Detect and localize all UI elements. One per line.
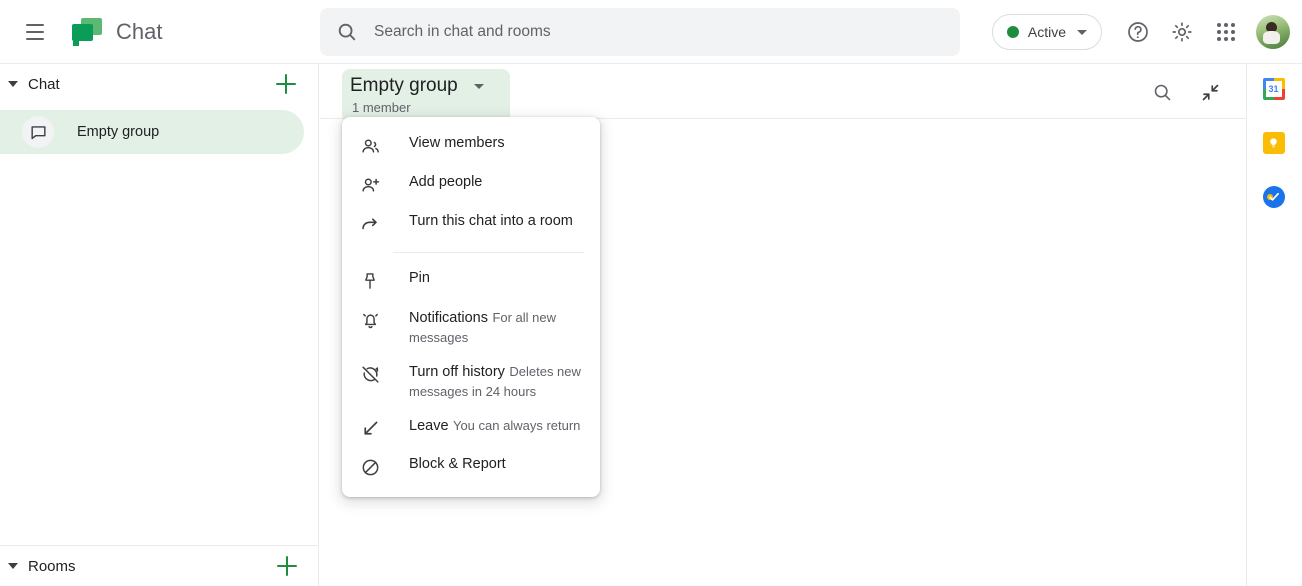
chevron-down-icon <box>473 83 484 89</box>
leave-arrow-icon <box>358 416 382 440</box>
status-dropdown[interactable]: Active <box>991 14 1102 50</box>
menu-item-block-report[interactable]: Block & Report <box>342 447 600 486</box>
pin-icon <box>358 269 382 293</box>
search-input[interactable] <box>374 23 934 41</box>
rail-item-calendar[interactable]: 31 <box>1262 78 1287 102</box>
keep-bulb-icon <box>1262 132 1285 154</box>
settings-button[interactable] <box>1160 10 1204 54</box>
menu-item-label: Turn this chat into a room <box>409 213 573 229</box>
menu-item-turn-into-room[interactable]: Turn this chat into a room <box>342 204 600 243</box>
status-dot-icon <box>1006 26 1019 38</box>
block-icon <box>358 455 382 479</box>
menu-item-turn-off-history[interactable]: Turn off history Deletes new messages in… <box>342 354 600 408</box>
sidebar-item-empty-group[interactable]: Empty group <box>0 110 304 154</box>
menu-divider <box>393 252 584 253</box>
calendar-icon: 31 <box>1262 78 1285 100</box>
room-member-count: 1 member <box>352 100 411 115</box>
calendar-day-number: 31 <box>1265 81 1282 97</box>
side-apps-rail: 31 <box>1246 64 1302 586</box>
collapse-arrows-icon <box>1200 82 1221 103</box>
chevron-down-icon <box>1077 29 1087 35</box>
sidebar: Chat Empty group Rooms <box>0 64 319 586</box>
status-label: Active <box>1027 24 1066 40</box>
add-room-button[interactable] <box>275 554 299 578</box>
top-app-bar: Chat Active <box>0 0 1302 64</box>
room-title-dropdown[interactable]: Empty group 1 member <box>342 69 510 123</box>
menu-item-label: Pin <box>409 270 430 286</box>
menu-item-label: Leave <box>409 418 449 434</box>
arrow-forward-icon <box>358 212 382 236</box>
rail-item-keep[interactable] <box>1262 132 1287 156</box>
search-bar[interactable] <box>320 8 960 56</box>
menu-item-texts: Add people <box>409 172 482 192</box>
sidebar-section-chat[interactable]: Chat <box>0 64 318 104</box>
menu-item-pin[interactable]: Pin <box>342 261 600 300</box>
room-title-row: Empty group <box>350 75 494 97</box>
hamburger-line <box>26 23 44 26</box>
person-add-icon <box>358 173 382 197</box>
bell-icon <box>358 308 382 332</box>
menu-item-label: Turn off history <box>409 364 505 380</box>
history-off-icon <box>358 362 382 386</box>
help-circle-icon <box>1126 20 1150 44</box>
search-icon <box>336 21 358 43</box>
menu-item-texts: Leave You can always return <box>409 415 580 436</box>
room-header-actions <box>1140 70 1232 114</box>
menu-item-label: Block & Report <box>409 456 506 472</box>
menu-item-label: Add people <box>409 174 483 190</box>
menu-item-texts: Turn this chat into a room <box>409 211 573 231</box>
menu-item-view-members[interactable]: View members <box>342 126 600 165</box>
menu-item-add-people[interactable]: Add people <box>342 165 600 204</box>
google-chat-logo <box>72 17 102 46</box>
apps-launcher-button[interactable] <box>1204 10 1248 54</box>
gear-icon <box>1170 20 1194 44</box>
add-chat-button[interactable] <box>274 72 298 96</box>
collapse-button[interactable] <box>1188 70 1232 114</box>
sidebar-section-rooms-label: Rooms <box>28 557 76 575</box>
menu-item-texts: Turn off history Deletes new messages in… <box>409 361 584 401</box>
menu-item-description: You can always return <box>452 418 581 433</box>
sidebar-section-rooms-wrap: Rooms <box>0 545 319 586</box>
sidebar-section-chat-label: Chat <box>28 75 60 93</box>
avatar[interactable] <box>1256 15 1290 49</box>
menu-item-texts: Notifications For all new messages <box>409 307 584 347</box>
rail-item-tasks[interactable] <box>1262 186 1287 210</box>
sidebar-section-rooms[interactable]: Rooms <box>0 546 319 586</box>
room-header: Empty group 1 member <box>320 64 1246 123</box>
sidebar-item-label: Empty group <box>77 124 160 140</box>
top-bar-actions: Active <box>991 0 1294 64</box>
apps-grid-icon <box>1217 23 1235 41</box>
hamburger-menu-icon[interactable] <box>11 8 59 56</box>
menu-item-label: Notifications <box>409 310 488 326</box>
chat-bubble-icon <box>22 116 54 148</box>
tasks-check-icon <box>1262 186 1285 208</box>
logo-bubble-front <box>72 23 93 46</box>
menu-item-texts: Block & Report <box>409 454 506 474</box>
main-panel: Empty group 1 member View members Add pe… <box>320 64 1246 586</box>
page-title: Empty group <box>350 75 458 96</box>
menu-item-leave[interactable]: Leave You can always return <box>342 408 600 447</box>
people-icon <box>358 134 382 158</box>
hamburger-line <box>26 30 44 33</box>
menu-item-texts: View members <box>409 133 505 153</box>
search-icon <box>1152 82 1173 103</box>
menu-item-label: View members <box>409 135 505 151</box>
triangle-down-icon <box>8 563 18 569</box>
hamburger-line <box>26 37 44 40</box>
room-search-button[interactable] <box>1140 70 1184 114</box>
room-options-menu: View members Add people Turn this chat i… <box>342 117 600 497</box>
app-brand[interactable]: Chat <box>72 17 163 46</box>
triangle-down-icon <box>8 81 18 87</box>
app-title: Chat <box>116 18 163 44</box>
menu-item-notifications[interactable]: Notifications For all new messages <box>342 300 600 354</box>
menu-item-texts: Pin <box>409 268 430 288</box>
help-button[interactable] <box>1116 10 1160 54</box>
